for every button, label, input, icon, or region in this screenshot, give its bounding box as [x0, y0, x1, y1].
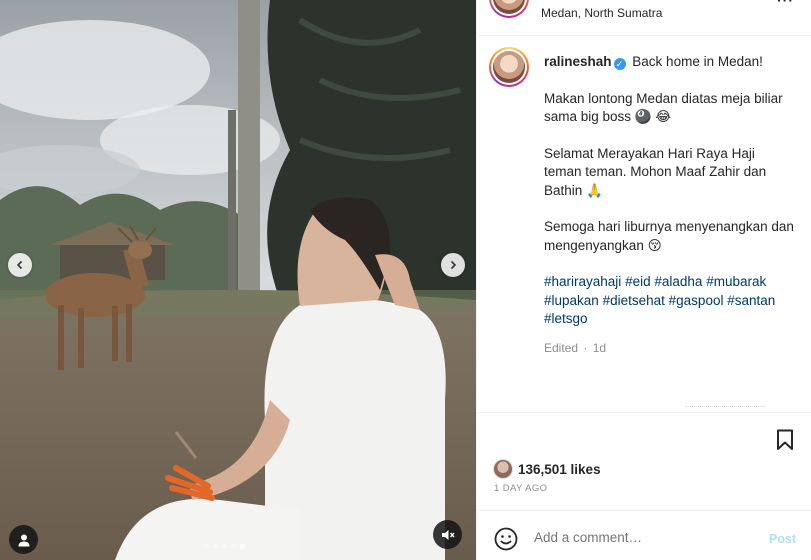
tagged-users-button[interactable] [9, 525, 38, 554]
edited-time[interactable]: 1d [593, 341, 606, 355]
caption-hashtags: #harirayahaji #eid #aladha #mubarak #lup… [544, 273, 794, 329]
emoji-picker-button[interactable] [494, 527, 518, 556]
hashtag-link[interactable]: #mubarak [706, 274, 766, 289]
caption-avatar[interactable] [489, 47, 529, 87]
more-options-button[interactable]: ··· [777, 0, 794, 8]
carousel-dot [204, 544, 209, 549]
carousel-next-button[interactable] [441, 253, 465, 277]
caption-text: ralineshah ✓ Back home in Medan! Makan lo… [544, 53, 794, 357]
caption-paragraph: Makan lontong Medan diatas meja biliar s… [544, 90, 783, 125]
comment-fade-divider [685, 406, 765, 410]
hashtag-link[interactable]: #gaspool [669, 293, 724, 308]
separator: · [583, 340, 588, 355]
caption-paragraph: Selamat Merayakan Hari Raya Haji teman t… [544, 145, 767, 198]
mute-button[interactable] [433, 520, 462, 549]
speaker-muted-icon [441, 529, 455, 540]
caption-first-line: Back home in Medan! [632, 54, 763, 69]
post-media[interactable] [0, 0, 476, 560]
hashtag-link[interactable]: #aladha [654, 274, 702, 289]
edited-label: Edited [544, 340, 579, 355]
post-date[interactable]: 1 DAY AGO [494, 483, 547, 494]
hashtag-link[interactable]: #letsgo [544, 311, 588, 326]
caption-paragraph: Semoga hari liburnya menyenangkan dan me… [544, 219, 794, 253]
hashtag-link[interactable]: #dietsehat [603, 293, 665, 308]
post-comment-button[interactable]: Post [769, 532, 796, 546]
liker-avatar [493, 459, 513, 479]
hashtag-link[interactable]: #lupakan [544, 293, 599, 308]
post-header: Medan, North Sumatra ··· [477, 0, 811, 36]
caption-username-link[interactable]: ralineshah [544, 54, 612, 69]
user-tag-icon [18, 534, 29, 546]
hashtag-link[interactable]: #santan [727, 293, 775, 308]
carousel-dot [231, 544, 236, 549]
carousel-dot-active [240, 544, 245, 549]
likes-summary[interactable]: 136,501 likes [493, 459, 601, 479]
post-photo [0, 0, 476, 560]
carousel-prev-button[interactable] [8, 253, 32, 277]
save-button[interactable] [775, 429, 795, 456]
author-avatar[interactable] [489, 0, 529, 18]
hashtag-link[interactable]: #eid [625, 274, 651, 289]
carousel-dot [213, 544, 218, 549]
post-caption: ralineshah ✓ Back home in Medan! Makan lo… [477, 36, 811, 410]
caption-edited-meta: Edited · 1d [544, 339, 794, 358]
chevron-left-icon [16, 260, 23, 270]
carousel-dot [222, 544, 227, 549]
likes-count[interactable]: 136,501 likes [518, 462, 601, 477]
comment-composer: Post [477, 510, 811, 560]
post-location-link[interactable]: Medan, North Sumatra [541, 6, 662, 20]
post-actions: 136,501 likes 1 DAY AGO [477, 412, 811, 510]
hashtag-link[interactable]: #harirayahaji [544, 274, 621, 289]
bookmark-icon [777, 429, 793, 450]
chevron-right-icon [450, 260, 457, 270]
comment-input[interactable] [534, 530, 754, 545]
verified-badge-icon: ✓ [613, 58, 626, 70]
emoji-icon [494, 527, 518, 551]
carousel-indicator [204, 544, 245, 549]
post-side-panel: Medan, North Sumatra ··· ralineshah ✓ Bac… [476, 0, 811, 560]
